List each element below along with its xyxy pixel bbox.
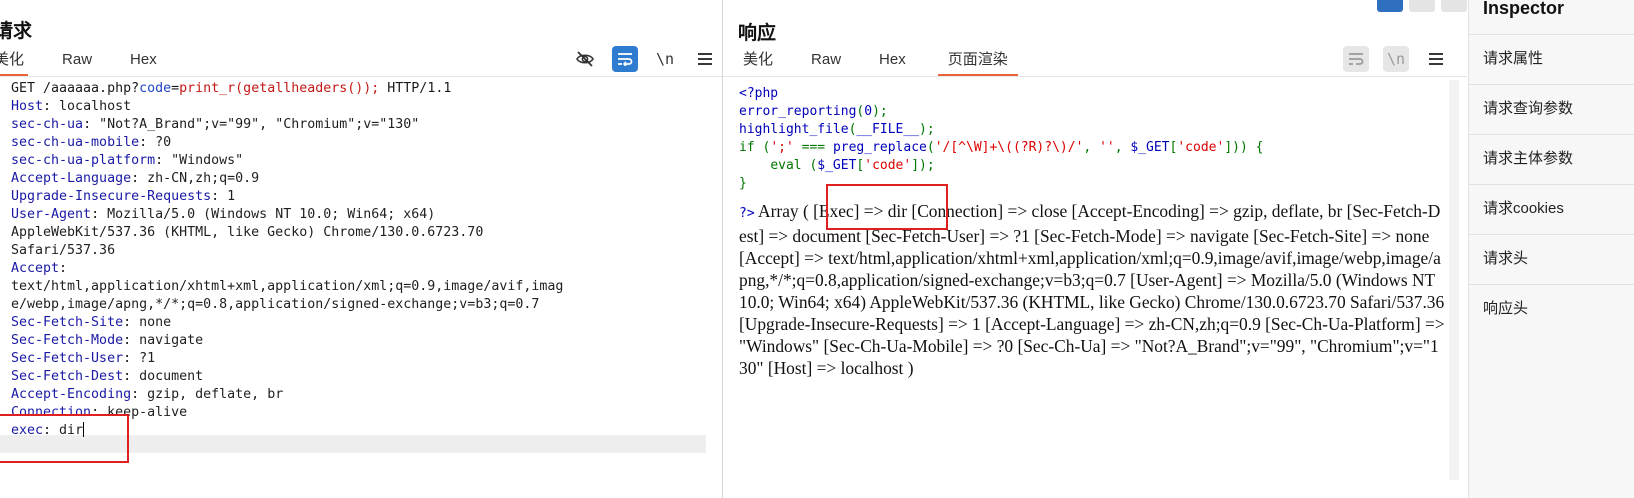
wrap-icon[interactable] — [1343, 46, 1369, 72]
header-value: Mozilla/5.0 (Windows NT 10.0; Win64; x64… — [107, 207, 436, 222]
header-value: "Windows" — [171, 153, 244, 168]
header-line: Accept-Language: zh-CN,zh;q=0.9 — [11, 171, 260, 186]
header-value: ?1 — [139, 351, 156, 366]
header-value: AppleWebKit/537.36 (KHTML, like Gecko) C… — [11, 225, 484, 240]
header-value: 1 — [227, 189, 236, 204]
wrap-icon[interactable] — [612, 46, 638, 72]
header-name: Accept — [11, 261, 60, 276]
header-name: Host — [11, 99, 44, 114]
tab-raw[interactable]: Raw — [62, 50, 92, 76]
request-line: GET /aaaaaa.php?code=print_r(getallheade… — [11, 81, 452, 96]
header-line: Sec-Fetch-User: ?1 — [11, 351, 156, 366]
inspector-item-request-headers[interactable]: 请求头 — [1469, 234, 1634, 284]
inspector-item-request-attributes[interactable]: 请求属性 — [1469, 34, 1634, 84]
newline-toggle-button[interactable]: \n — [1383, 46, 1409, 72]
tab-pretty[interactable]: 美化 — [743, 50, 773, 76]
tab-hex[interactable]: Hex — [130, 50, 157, 76]
tab-pretty[interactable]: 美化 — [0, 50, 29, 76]
inspector-item-request-cookies[interactable]: 请求cookies — [1469, 184, 1634, 234]
header-name: Accept-Encoding — [11, 387, 132, 402]
request-toolbar: \n — [558, 46, 718, 72]
header-line: sec-ch-ua-mobile: ?0 — [11, 135, 172, 150]
header-line: Safari/537.36 — [11, 242, 563, 260]
header-line: e/webp,image/apng,*/*;q=0.8,application/… — [11, 296, 563, 314]
header-value: Safari/537.36 — [11, 243, 116, 258]
inspector-item-response-headers[interactable]: 响应头 — [1469, 284, 1634, 334]
response-scrollbar[interactable] — [1449, 80, 1459, 480]
tab-render[interactable]: 页面渲染 — [937, 50, 1018, 76]
inspector-item-body-params[interactable]: 请求主体参数 — [1469, 134, 1634, 184]
header-line: Host: localhost — [11, 99, 132, 114]
header-line: Sec-Fetch-Site: none — [11, 315, 172, 330]
header-value: document — [139, 369, 204, 384]
header-line: Accept: — [11, 261, 76, 276]
request-title: 请求 — [0, 21, 33, 42]
eye-slash-icon[interactable] — [572, 46, 598, 72]
header-value: gzip, deflate, br — [147, 387, 284, 402]
header-line: Upgrade-Insecure-Requests: 1 — [11, 189, 236, 204]
header-lines: Host: localhost sec-ch-ua: "Not?A_Brand";… — [11, 98, 563, 440]
header-name: Accept-Language — [11, 171, 132, 186]
response-panel: 响应 美化 Raw Hex 页面渲染 \n <?php error_reporti… — [723, 0, 1467, 498]
header-name: Sec-Fetch-User — [11, 351, 124, 366]
layout-buttons — [1371, 0, 1467, 12]
header-name: Sec-Fetch-Mode — [11, 333, 124, 348]
header-name: sec-ch-ua-platform — [11, 153, 156, 168]
header-name: Sec-Fetch-Site — [11, 315, 124, 330]
tab-raw[interactable]: Raw — [811, 50, 841, 76]
header-line: sec-ch-ua: "Not?A_Brand";v="99", "Chromi… — [11, 117, 420, 132]
header-line: Accept-Encoding: gzip, deflate, br — [11, 387, 284, 402]
header-name: sec-ch-ua — [11, 117, 84, 132]
request-panel: 请求 美化 Raw Hex \n GET /aaaaaa.php?code=pr… — [0, 0, 722, 498]
menu-icon[interactable] — [1423, 46, 1449, 72]
response-divider — [723, 76, 1467, 77]
header-line: text/html,application/xhtml+xml,applicat… — [11, 278, 563, 296]
header-name: Upgrade-Insecure-Requests — [11, 189, 212, 204]
header-line: User-Agent: Mozilla/5.0 (Windows NT 10.0… — [11, 207, 436, 222]
header-value: e/webp,image/apng,*/*;q=0.8,application/… — [11, 297, 540, 312]
exec-output-highlight-box — [826, 184, 948, 230]
layout-vertical-icon[interactable] — [1441, 0, 1467, 12]
header-line: sec-ch-ua-platform: "Windows" — [11, 153, 244, 168]
php-source: <?php error_reporting(0); highlight_file(_… — [739, 86, 1264, 191]
layout-horizontal-icon[interactable] — [1409, 0, 1435, 12]
header-value: ?0 — [155, 135, 172, 150]
header-name: User-Agent — [11, 207, 92, 222]
menu-icon[interactable] — [692, 46, 718, 72]
response-tabs: 美化 Raw Hex 页面渲染 — [723, 50, 1018, 76]
header-value: text/html,application/xhtml+xml,applicat… — [11, 279, 564, 294]
newline-toggle-button[interactable]: \n — [652, 46, 678, 72]
header-line: AppleWebKit/537.36 (KHTML, like Gecko) C… — [11, 224, 563, 242]
inspector-item-query-params[interactable]: 请求查询参数 — [1469, 84, 1634, 134]
inspector-list: 请求属性 请求查询参数 请求主体参数 请求cookies 请求头 响应头 — [1469, 34, 1634, 334]
exec-header-highlight-box — [0, 414, 129, 463]
header-line: Sec-Fetch-Mode: navigate — [11, 333, 204, 348]
tab-hex[interactable]: Hex — [879, 50, 906, 76]
inspector-panel: Inspector 请求属性 请求查询参数 请求主体参数 请求cookies 请… — [1468, 0, 1634, 498]
header-name: sec-ch-ua-mobile — [11, 135, 140, 150]
response-toolbar: \n — [1329, 46, 1449, 72]
header-value: navigate — [139, 333, 204, 348]
header-name: Sec-Fetch-Dest — [11, 369, 124, 384]
response-title: 响应 — [738, 23, 777, 44]
request-tabs: 美化 Raw Hex — [0, 50, 157, 76]
request-editor[interactable]: GET /aaaaaa.php?code=print_r(getallheade… — [11, 80, 563, 440]
header-line: Sec-Fetch-Dest: document — [11, 369, 204, 384]
layout-split-icon[interactable] — [1377, 0, 1403, 12]
header-value: zh-CN,zh;q=0.9 — [147, 171, 260, 186]
request-divider — [0, 76, 722, 77]
header-value: "Not?A_Brand";v="99", "Chromium";v="130" — [99, 117, 420, 132]
inspector-title: Inspector — [1483, 0, 1565, 18]
header-value: none — [139, 315, 172, 330]
header-value: localhost — [59, 99, 132, 114]
